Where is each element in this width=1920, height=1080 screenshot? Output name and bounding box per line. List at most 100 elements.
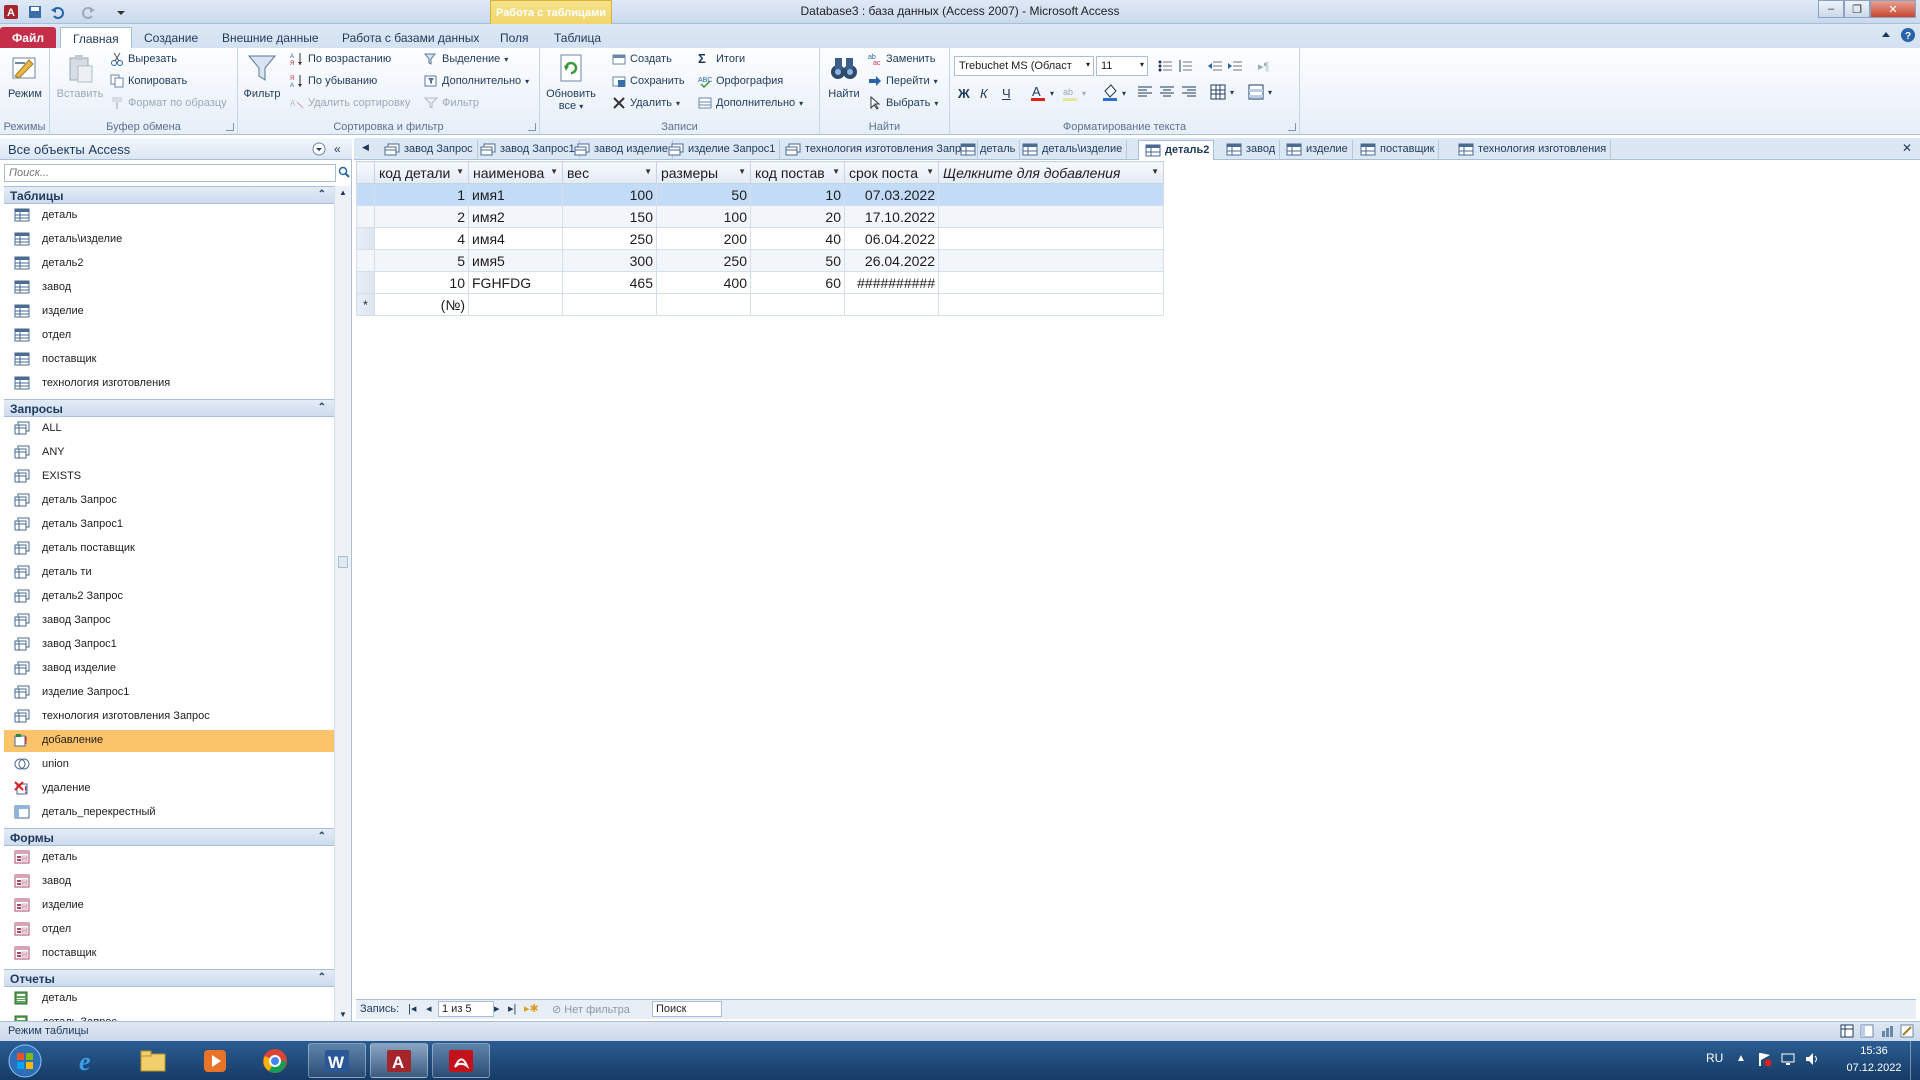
highlight-button[interactable]: ab ▾ (1062, 84, 1086, 102)
doc-tab[interactable]: завод изделие (568, 140, 674, 160)
toggle-filter-button[interactable]: Фильтр (424, 96, 479, 110)
nav-item-querie[interactable]: завод изделие (4, 658, 334, 680)
nav-item-form[interactable]: изделие (4, 895, 334, 917)
new-record-row[interactable]: * (№) (356, 293, 1164, 316)
volume-icon[interactable] (1804, 1051, 1820, 1067)
table-cell[interactable]: 100 (562, 183, 657, 206)
record-selector[interactable] (356, 205, 375, 228)
column-header[interactable]: наименова ▼ (468, 161, 563, 184)
record-position-input[interactable]: 1 из 5 (438, 1001, 494, 1017)
nav-item-querie[interactable]: деталь Запрос (4, 490, 334, 512)
nav-item-querie[interactable]: деталь2 Запрос (4, 586, 334, 608)
column-header[interactable]: вес ▼ (562, 161, 657, 184)
sort-ascending-button[interactable]: A Я По возрастанию (290, 52, 391, 66)
table-cell[interactable]: 10 (750, 183, 845, 206)
next-record-icon[interactable]: ▸ (494, 1002, 500, 1015)
clock-date[interactable]: 07.12.2022 (1838, 1062, 1910, 1074)
spelling-button[interactable]: ABC Орфография (698, 74, 783, 88)
column-dropdown-icon[interactable]: ▼ (644, 167, 652, 176)
table-cell[interactable]: ########## (844, 271, 939, 294)
tab-fields[interactable]: Поля (488, 27, 541, 48)
nav-item-querie[interactable]: ! удаление (4, 778, 334, 800)
table-cell[interactable]: 250 (656, 249, 751, 272)
nav-section-forms[interactable]: Формы ⌃ (4, 828, 334, 846)
doc-tab[interactable]: завод Запрос (378, 140, 478, 160)
nav-item-querie[interactable]: технология изготовления Запрос (4, 706, 334, 728)
table-cell[interactable] (562, 293, 657, 316)
goto-button[interactable]: Перейти ▾ (868, 74, 938, 88)
add-column-cell[interactable] (938, 183, 1164, 206)
nav-item-report[interactable]: деталь (4, 988, 334, 1010)
add-column-cell[interactable] (938, 271, 1164, 294)
new-record-button[interactable]: Создать (612, 52, 672, 66)
section-collapse-icon[interactable]: ⌃ (318, 402, 326, 413)
file-explorer-icon[interactable] (124, 1043, 182, 1078)
doc-tab[interactable]: изделие (1280, 140, 1353, 160)
nav-item-form[interactable]: поставщик (4, 943, 334, 965)
nav-item-table[interactable]: деталь2 (4, 253, 334, 275)
nav-search-input[interactable] (4, 164, 336, 182)
table-cell[interactable]: 1 (374, 183, 469, 206)
filter-button[interactable]: Фильтр (242, 52, 282, 100)
nav-item-table[interactable]: отдел (4, 325, 334, 347)
doc-tab[interactable]: поставщик (1354, 140, 1440, 160)
table-cell[interactable]: 465 (562, 271, 657, 294)
nav-item-table[interactable]: изделие (4, 301, 334, 323)
nav-section-reports[interactable]: Отчеты ⌃ (4, 969, 334, 987)
column-dropdown-icon[interactable]: ▼ (832, 167, 840, 176)
column-dropdown-icon[interactable]: ▼ (1151, 167, 1159, 176)
tab-home[interactable]: Главная (60, 27, 132, 48)
table-cell[interactable]: 07.03.2022 (844, 183, 939, 206)
nav-item-querie[interactable]: изделие Запрос1 (4, 682, 334, 704)
table-cell[interactable]: 5 (374, 249, 469, 272)
increase-indent-button[interactable] (1228, 60, 1242, 74)
replace-button[interactable]: ab ac Заменить (868, 52, 935, 66)
tray-expand-icon[interactable]: ▲ (1736, 1053, 1746, 1064)
nav-scrollbar[interactable]: ▲ ▼ (334, 186, 351, 1021)
table-row[interactable]: 5 имя5 300 250 50 26.04.2022 (356, 249, 1164, 272)
column-header[interactable]: код постав ▼ (750, 161, 845, 184)
filter-status[interactable]: ⊘ Нет фильтра (552, 1003, 630, 1016)
tab-external-data[interactable]: Внешние данные (210, 27, 331, 48)
table-cell[interactable]: 17.10.2022 (844, 205, 939, 228)
bullets-button[interactable] (1158, 60, 1172, 74)
scroll-thumb[interactable] (338, 556, 348, 568)
doc-tab[interactable]: деталь2 (1138, 140, 1215, 160)
sort-descending-button[interactable]: Я A По убыванию (290, 74, 377, 88)
table-cell[interactable]: 40 (750, 227, 845, 250)
nav-item-form[interactable]: завод (4, 871, 334, 893)
table-cell[interactable]: 26.04.2022 (844, 249, 939, 272)
align-center-button[interactable] (1160, 86, 1174, 100)
table-cell[interactable]: 2 (374, 205, 469, 228)
record-search-input[interactable]: Поиск (652, 1001, 722, 1017)
doc-tab[interactable]: деталь\изделие (1016, 140, 1128, 160)
delete-record-button[interactable]: Удалить ▾ (612, 96, 680, 110)
nav-item-querie[interactable]: деталь_перекрестный (4, 802, 334, 824)
table-cell[interactable]: 20 (750, 205, 845, 228)
tabs-scroll-left-icon[interactable]: ◀ (362, 142, 369, 153)
nav-item-querie[interactable]: union (4, 754, 334, 776)
first-record-icon[interactable]: |◂ (408, 1002, 416, 1015)
select-button[interactable]: Выбрать ▾ (868, 96, 938, 110)
doc-tab[interactable]: изделие Запрос1 (662, 140, 781, 160)
table-cell[interactable] (468, 293, 563, 316)
selection-button[interactable]: Выделение ▾ (424, 52, 508, 66)
help-icon[interactable]: ? (1900, 27, 1916, 43)
doc-tab[interactable]: деталь (954, 140, 1021, 160)
add-column-cell[interactable] (938, 249, 1164, 272)
nav-item-querie[interactable]: деталь Запрос1 (4, 514, 334, 536)
nav-item-table[interactable]: технология изготовления (4, 373, 334, 395)
column-dropdown-icon[interactable]: ▼ (456, 167, 464, 176)
table-cell[interactable]: имя4 (468, 227, 563, 250)
nav-menu-dropdown-icon[interactable] (312, 142, 326, 156)
fill-color-button[interactable]: ▾ (1102, 84, 1126, 102)
nav-section-queries[interactable]: Запросы ⌃ (4, 399, 334, 417)
nav-item-form[interactable]: деталь (4, 847, 334, 869)
underline-button[interactable]: Ч (1002, 86, 1011, 101)
ribbon-minimize-icon[interactable] (1880, 29, 1892, 41)
section-collapse-icon[interactable]: ⌃ (318, 831, 326, 842)
nav-pane-header[interactable]: Все объекты Access « (0, 138, 352, 160)
acrobat-taskbar-icon[interactable] (432, 1043, 490, 1078)
search-icon[interactable] (338, 166, 350, 178)
language-indicator[interactable]: RU (1706, 1051, 1723, 1065)
